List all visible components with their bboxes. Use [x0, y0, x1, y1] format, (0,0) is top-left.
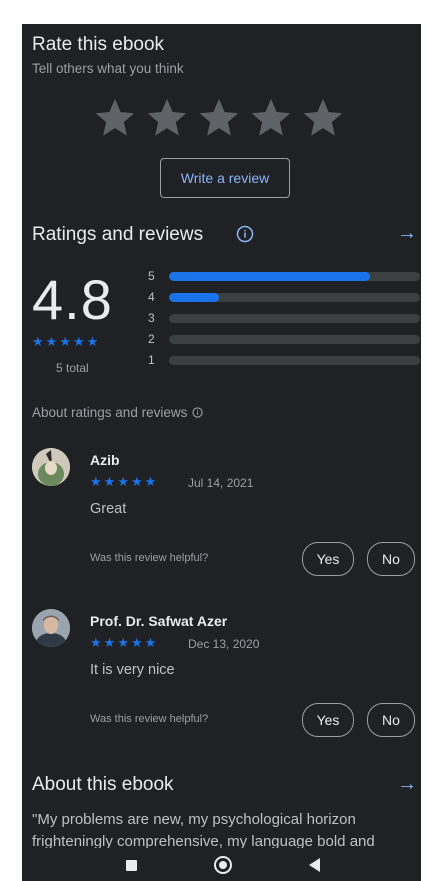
no-button[interactable]: No — [367, 542, 415, 576]
review-date: Jul 14, 2021 — [188, 476, 254, 490]
review-stars: ★ ★ ★ ★ ★ — [90, 636, 156, 649]
review-text: It is very nice — [90, 662, 175, 678]
star-filled-icon: ★ — [90, 635, 102, 650]
star-5-icon[interactable] — [300, 95, 346, 141]
star-filled-icon: ★ — [32, 334, 44, 349]
ratings-arrow-icon[interactable]: → — [397, 222, 417, 245]
histogram-row-1: 1 — [148, 353, 420, 367]
histogram-fill — [169, 292, 220, 302]
histogram-track — [169, 334, 420, 344]
star-filled-icon: ★ — [103, 635, 116, 650]
avatar — [32, 609, 70, 647]
histogram-label: 5 — [148, 269, 155, 283]
about-arrow-icon[interactable]: → — [397, 773, 417, 796]
reviewer-name: Prof. Dr. Safwat Azer — [90, 613, 228, 629]
review-stars: ★ ★ ★ ★ ★ — [90, 475, 156, 488]
average-rating: 4.8 — [32, 268, 113, 331]
star-filled-icon: ★ — [90, 474, 102, 489]
rate-subtitle: Tell others what you think — [32, 61, 184, 76]
yes-button[interactable]: Yes — [302, 703, 354, 737]
histogram-row-4: 4 — [148, 290, 420, 304]
star-filled-icon: ★ — [130, 474, 143, 489]
about-ratings-label: About ratings and reviews — [32, 405, 188, 420]
histogram-track — [169, 292, 420, 302]
histogram-track — [169, 271, 420, 281]
histogram-label: 1 — [148, 353, 155, 367]
star-2-icon[interactable] — [144, 95, 190, 141]
histogram-label: 4 — [148, 290, 155, 304]
about-ebook-title: About this ebook — [32, 774, 174, 795]
ebook-description-line-1: "My problems are new, my psychological h… — [32, 811, 356, 828]
about-ratings-link[interactable]: About ratings and reviews — [32, 405, 203, 420]
review-date: Dec 13, 2020 — [188, 637, 260, 651]
star-filled-icon: ★ — [86, 334, 99, 349]
star-4-icon[interactable] — [248, 95, 294, 141]
recents-square-icon[interactable] — [126, 860, 137, 871]
star-3-icon[interactable] — [196, 95, 242, 141]
helpful-question: Was this review helpful? — [90, 552, 209, 564]
rate-title: Rate this ebook — [32, 34, 165, 55]
home-circle-icon[interactable] — [214, 856, 232, 874]
star-filled-icon: ★ — [144, 474, 157, 489]
star-filled-icon: ★ — [117, 635, 129, 650]
histogram-label: 3 — [148, 311, 155, 325]
histogram-fill — [169, 271, 370, 281]
histogram-track — [169, 313, 420, 323]
histogram-label: 2 — [148, 332, 155, 346]
star-filled-icon: ★ — [45, 334, 58, 349]
star-filled-icon: ★ — [59, 334, 71, 349]
star-1-icon[interactable] — [92, 95, 138, 141]
back-triangle-icon[interactable] — [309, 858, 320, 872]
screen: Rate this ebook Tell others what you thi… — [22, 24, 421, 881]
histogram-row-2: 2 — [148, 332, 420, 346]
histogram-track — [169, 355, 420, 365]
star-filled-icon: ★ — [130, 635, 143, 650]
helpful-question: Was this review helpful? — [90, 713, 209, 725]
system-nav-bar — [22, 848, 421, 881]
histogram-row-5: 5 — [148, 269, 420, 283]
star-filled-icon: ★ — [103, 474, 116, 489]
star-filled-icon: ★ — [144, 635, 157, 650]
write-review-button[interactable]: Write a review — [160, 158, 290, 198]
histogram-row-3: 3 — [148, 311, 420, 325]
info-icon[interactable] — [236, 225, 254, 243]
info-small-icon — [192, 407, 203, 418]
yes-button[interactable]: Yes — [302, 542, 354, 576]
no-button[interactable]: No — [367, 703, 415, 737]
reviewer-name: Azib — [90, 452, 120, 468]
average-stars: ★ ★ ★ ★ ★ — [32, 335, 98, 348]
total-ratings: 5 total — [56, 361, 89, 375]
rating-input-stars — [92, 95, 352, 145]
ratings-title: Ratings and reviews — [32, 224, 204, 245]
avatar — [32, 448, 70, 486]
review-text: Great — [90, 501, 127, 517]
star-filled-icon: ★ — [117, 474, 129, 489]
star-filled-icon: ★ — [72, 334, 85, 349]
